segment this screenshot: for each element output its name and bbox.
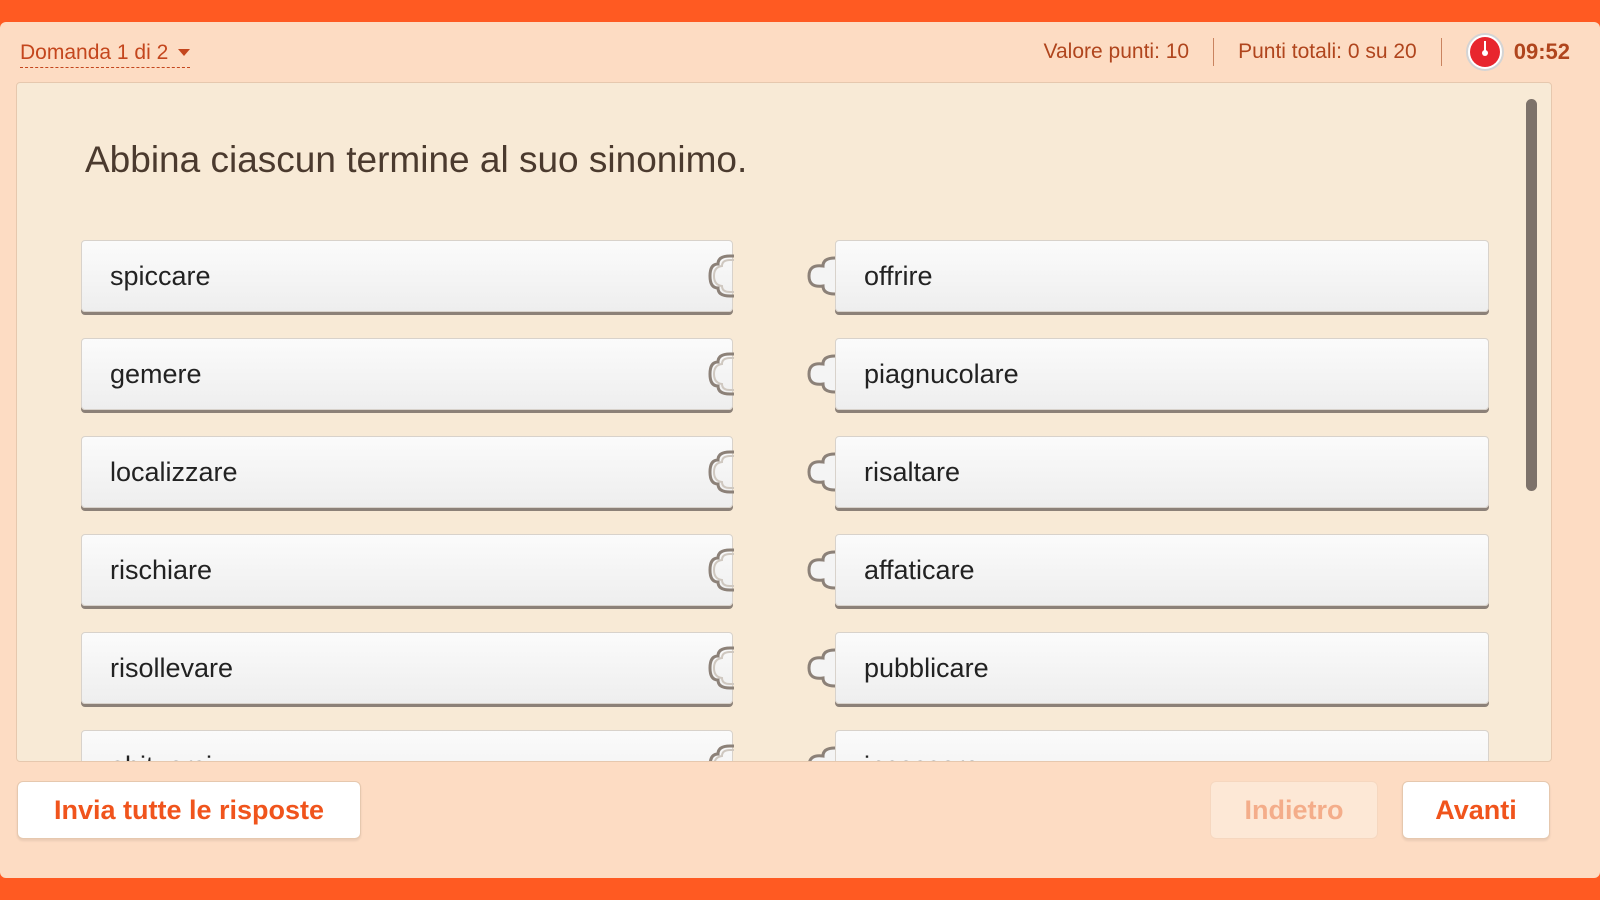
puzzle-socket-icon	[807, 354, 836, 394]
puzzle-socket-icon	[807, 550, 836, 590]
submit-all-button[interactable]: Invia tutte le risposte	[17, 781, 361, 839]
question-nav-label: Domanda 1 di 2	[20, 40, 169, 64]
match-socket[interactable]	[803, 450, 836, 494]
points-value: Valore punti: 10	[1043, 40, 1190, 63]
term-label: risollevare	[110, 652, 234, 683]
term-tile[interactable]: risollevare	[81, 632, 734, 704]
total-points: Punti totali: 0 su 20	[1238, 40, 1417, 63]
quiz-frame: Domanda 1 di 2 Valore punti: 10 Punti to…	[0, 22, 1600, 878]
stopwatch-icon	[1465, 33, 1504, 71]
term-label: abituarsi	[110, 751, 212, 762]
synonym-label: piagnucolare	[864, 358, 1019, 389]
term-label: spiccare	[110, 260, 211, 291]
match-socket[interactable]	[803, 744, 836, 761]
puzzle-connector-icon	[708, 450, 734, 494]
puzzle-connector-icon	[708, 646, 734, 690]
term-label: localizzare	[110, 456, 238, 487]
term-label: rischiare	[110, 554, 213, 585]
puzzle-connector-icon	[708, 744, 734, 761]
question-prompt: Abbina ciascun termine al suo sinonimo.	[85, 139, 748, 180]
puzzle-socket-icon	[807, 256, 836, 296]
match-socket[interactable]	[803, 548, 836, 592]
term-tile[interactable]: spiccare	[81, 240, 734, 312]
divider	[1213, 38, 1215, 66]
puzzle-socket-icon	[807, 452, 836, 492]
synonym-label: risaltare	[864, 456, 961, 487]
synonym-label: affaticare	[864, 554, 975, 585]
match-socket[interactable]	[803, 254, 836, 298]
synonym-label: pubblicare	[864, 652, 989, 683]
match-socket[interactable]	[803, 646, 836, 690]
synonym-tile[interactable]: pubblicare	[835, 632, 1489, 704]
puzzle-connector-icon	[708, 254, 734, 298]
back-button[interactable]: Indietro	[1210, 781, 1378, 839]
question-navigator[interactable]: Domanda 1 di 2	[20, 38, 191, 68]
synonym-tile[interactable]: incassare	[835, 730, 1489, 762]
term-tile[interactable]: rischiare	[81, 534, 734, 606]
synonym-tile[interactable]: affaticare	[835, 534, 1489, 606]
timer: 09:52	[1513, 39, 1570, 64]
synonym-label: incassare	[864, 751, 980, 762]
header-bar: Domanda 1 di 2 Valore punti: 10 Punti to…	[0, 22, 1600, 82]
match-socket[interactable]	[803, 352, 836, 396]
term-tile[interactable]: abituarsi	[81, 730, 734, 762]
puzzle-connector-icon	[708, 352, 734, 396]
score-area: Valore punti: 10 Punti totali: 0 su 20 0…	[1043, 33, 1570, 71]
divider	[1440, 38, 1442, 66]
puzzle-connector-icon	[708, 548, 734, 592]
synonym-label: offrire	[864, 260, 933, 291]
synonym-tile[interactable]: risaltare	[835, 436, 1489, 508]
synonym-tile[interactable]: offrire	[835, 240, 1489, 312]
puzzle-socket-icon	[808, 746, 836, 761]
chevron-down-icon	[178, 49, 191, 56]
next-button[interactable]: Avanti	[1402, 781, 1550, 839]
question-panel: Abbina ciascun termine al suo sinonimo. …	[16, 82, 1552, 762]
term-tile[interactable]: gemere	[81, 338, 734, 410]
term-label: gemere	[110, 358, 202, 389]
term-tile[interactable]: localizzare	[81, 436, 734, 508]
synonym-tile[interactable]: piagnucolare	[835, 338, 1489, 410]
scrollbar[interactable]	[1526, 99, 1537, 491]
puzzle-socket-icon	[807, 648, 836, 688]
